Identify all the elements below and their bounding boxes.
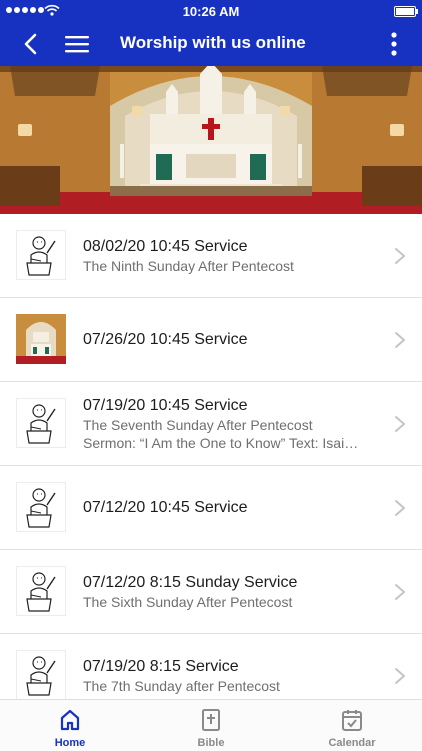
pastor-thumbnail	[16, 230, 66, 280]
service-sermon: Sermon: “I Am the One to Know” Text: Isa…	[83, 434, 359, 451]
status-time: 10:26 AM	[182, 4, 240, 19]
menu-icon[interactable]	[63, 32, 91, 56]
status-bar: 10:26 AM	[0, 0, 422, 22]
page-title: Worship with us online	[120, 33, 306, 52]
chevron-right-icon	[395, 416, 405, 432]
back-icon[interactable]	[18, 30, 46, 58]
bible-icon	[202, 709, 220, 731]
service-list: 08/02/20 10:45 Service The Ninth Sunday …	[0, 214, 422, 718]
tab-bar: Home Bible Calendar	[0, 699, 422, 751]
chevron-right-icon	[395, 332, 405, 348]
service-subtitle: The Ninth Sunday After Pentecost	[83, 257, 294, 274]
service-subtitle: The Seventh Sunday After Pentecost	[83, 416, 313, 433]
service-row[interactable]: 08/02/20 10:45 Service The Ninth Sunday …	[0, 214, 422, 298]
service-row[interactable]: 07/26/20 10:45 Service	[0, 298, 422, 382]
service-subtitle: The 7th Sunday after Pentecost	[83, 677, 280, 694]
tab-label: Bible	[197, 737, 225, 749]
service-row[interactable]: 07/19/20 10:45 Service The Seventh Sunda…	[0, 382, 422, 466]
church-altar-banner	[0, 66, 422, 214]
tab-bible[interactable]: Bible	[141, 700, 281, 751]
battery-icon	[394, 6, 418, 17]
top-bar: 10:26 AM Worship with us online	[0, 0, 422, 66]
pastor-thumbnail	[16, 398, 66, 448]
calendar-icon	[342, 710, 362, 731]
service-row[interactable]: 07/12/20 8:15 Sunday Service The Sixth S…	[0, 550, 422, 634]
tab-label: Calendar	[328, 737, 376, 749]
home-icon	[60, 709, 80, 731]
pastor-thumbnail	[16, 566, 66, 616]
service-title: 07/19/20 8:15 Service	[83, 657, 239, 675]
chevron-right-icon	[395, 500, 405, 516]
service-title: 07/12/20 8:15 Sunday Service	[83, 573, 298, 591]
chevron-right-icon	[395, 668, 405, 684]
nav-bar: Worship with us online	[0, 22, 422, 66]
tab-label: Home	[54, 737, 86, 749]
pastor-thumbnail	[16, 482, 66, 532]
tab-calendar[interactable]: Calendar	[282, 700, 422, 751]
altar-thumbnail	[16, 314, 66, 364]
service-title: 07/12/20 10:45 Service	[83, 498, 248, 516]
service-subtitle: The Sixth Sunday After Pentecost	[83, 593, 293, 610]
pastor-thumbnail	[16, 650, 66, 700]
service-title: 07/26/20 10:45 Service	[83, 330, 248, 348]
chevron-right-icon	[395, 584, 405, 600]
service-title: 07/19/20 10:45 Service	[83, 396, 248, 414]
chevron-right-icon	[395, 248, 405, 264]
service-title: 08/02/20 10:45 Service	[83, 237, 248, 255]
more-options-icon[interactable]	[388, 30, 400, 58]
tab-home[interactable]: Home	[0, 700, 140, 751]
service-row[interactable]: 07/12/20 10:45 Service	[0, 466, 422, 550]
